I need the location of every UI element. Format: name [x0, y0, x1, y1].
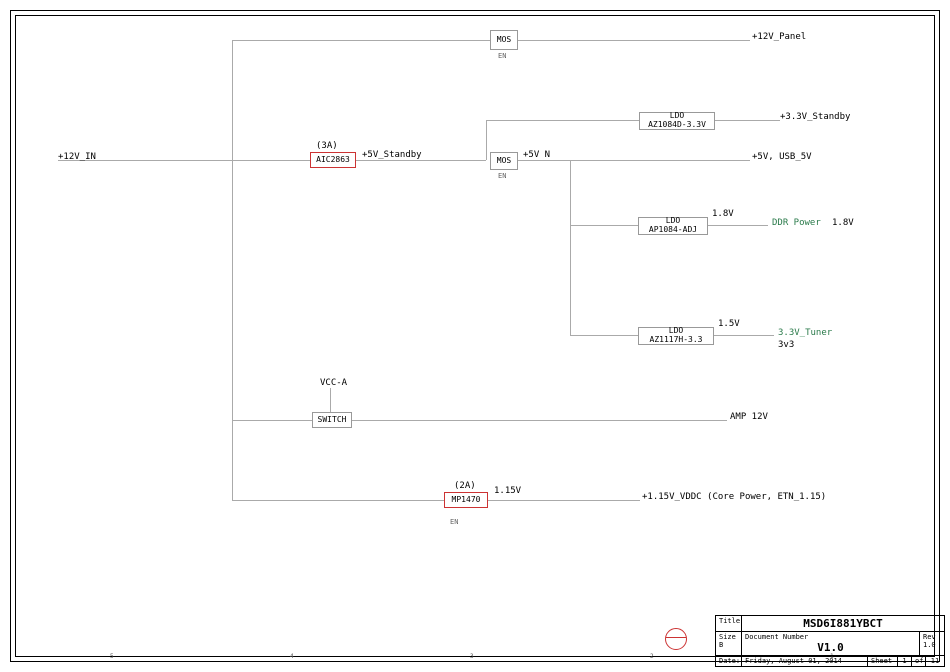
aic-label: AIC2863: [311, 156, 355, 165]
ruler-2: 2: [650, 653, 654, 660]
tb-doc-hdr: Document Number: [745, 633, 916, 641]
prohibit-icon: [665, 628, 687, 650]
wire: [232, 420, 233, 500]
box-aic2863: AIC2863: [310, 152, 356, 168]
tb-size-hdr: Size: [719, 633, 738, 641]
wire: [232, 40, 233, 160]
tb-model: MSD6I881YBCT: [742, 616, 944, 631]
mos-mid-out: +5V, USB_5V: [752, 152, 812, 162]
ldo3-part: AZ1117H-3.3: [639, 336, 713, 345]
box-mos-top: MOS: [490, 30, 518, 50]
ldo2-out: DDR Power: [772, 218, 821, 228]
mp-v: 1.15V: [494, 486, 521, 496]
wire: [232, 160, 233, 420]
title-block: Title MSD6I881YBCT Size B Document Numbe…: [715, 615, 945, 667]
box-ldo-ap1084: LDO AP1084-ADJ: [638, 217, 708, 235]
ruler-5: 5: [110, 653, 114, 660]
box-mp1470: MP1470: [444, 492, 488, 508]
tb-rev: 1.0: [923, 641, 941, 649]
wire: [570, 225, 571, 335]
ldo2-v: 1.8V: [712, 209, 734, 219]
tb-doc: V1.0: [745, 641, 916, 654]
wire: [330, 388, 331, 412]
tb-title-hdr: Title: [716, 616, 742, 631]
wire: [486, 120, 487, 160]
ldo3-sub: 3v3: [778, 340, 794, 350]
wire: [232, 420, 312, 421]
wire: [356, 160, 486, 161]
mp-en: EN: [450, 518, 458, 526]
box-ldo-az1084d: LDO AZ1084D-3.3V: [639, 112, 715, 130]
aic-out: +5V_Standby: [362, 150, 422, 160]
tb-sheet-cur: 1: [898, 656, 912, 666]
mos-mid-in: +5V N: [523, 150, 550, 160]
wire: [352, 420, 727, 421]
wire: [232, 500, 444, 501]
mos-mid-label: MOS: [491, 157, 517, 166]
wire: [715, 120, 780, 121]
mp-out: +1.15V_VDDC (Core Power, ETN_1.15): [642, 492, 826, 502]
wire: [518, 40, 750, 41]
ldo3-out: 3.3V_Tuner: [778, 328, 832, 338]
tb-date-hdr: Date:: [716, 656, 742, 666]
aic-current: (3A): [316, 141, 338, 151]
wire: [488, 500, 640, 501]
wire: [232, 40, 490, 41]
wire: [486, 120, 639, 121]
box-switch: SWITCH: [312, 412, 352, 428]
label-12v-panel: +12V_Panel: [752, 32, 806, 42]
ruler-3: 3: [470, 653, 474, 660]
switch-out: AMP 12V: [730, 412, 768, 422]
box-ldo-az1117h: LDO AZ1117H-3.3: [638, 327, 714, 345]
vcca: VCC-A: [320, 378, 347, 388]
ldo2-part: AP1084-ADJ: [639, 226, 707, 235]
wire: [518, 160, 750, 161]
box-mos-mid: MOS: [490, 152, 518, 170]
tb-rev-hdr: Rev: [923, 633, 941, 641]
mp-label: MP1470: [445, 496, 487, 505]
tb-sheet-tot: 11: [926, 656, 944, 666]
mp-current: (2A): [454, 481, 476, 491]
ruler-4: 4: [290, 653, 294, 660]
en-mos-mid: EN: [498, 172, 506, 180]
ldo2-v2: 1.8V: [832, 218, 854, 228]
wire: [708, 225, 768, 226]
ldo3-v: 1.5V: [718, 319, 740, 329]
tb-size: B: [719, 641, 738, 649]
ldo1-out: +3.3V_Standby: [780, 112, 850, 122]
wire: [570, 225, 638, 226]
switch-label: SWITCH: [313, 416, 351, 425]
wire: [570, 160, 571, 225]
ldo1-part: AZ1084D-3.3V: [640, 121, 714, 130]
mos-top-label: MOS: [491, 36, 517, 45]
en-mos-top: EN: [498, 52, 506, 60]
tb-sheet-hdr: Sheet: [868, 656, 898, 666]
tb-date: Friday, August 01, 2014: [742, 656, 868, 666]
wire: [714, 335, 774, 336]
tb-sheet-of: of: [912, 656, 926, 666]
label-12v-in: +12V_IN: [58, 152, 96, 162]
wire: [570, 335, 638, 336]
